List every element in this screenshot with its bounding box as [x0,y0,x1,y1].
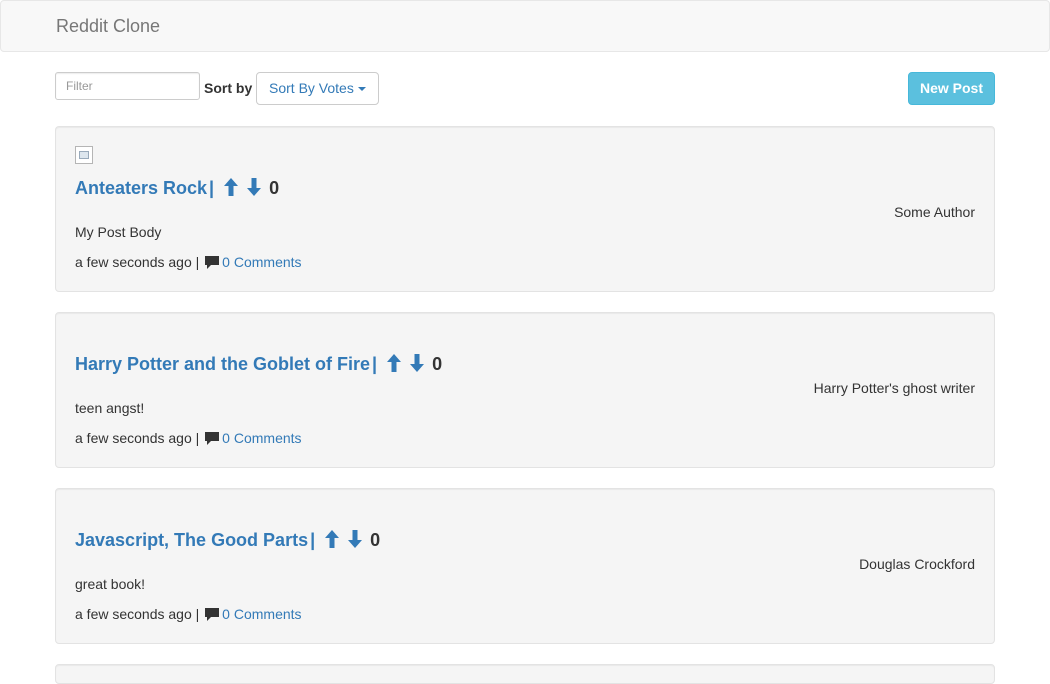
broken-image-icon [75,146,93,164]
sort-label: Sort by [204,80,253,96]
post-body: teen angst! [75,400,145,416]
arrow-up-icon[interactable] [324,530,340,548]
post-title[interactable]: Anteaters Rock [75,178,207,198]
comments-link[interactable]: 0 Comments [222,606,301,622]
new-post-button[interactable]: New Post [908,72,995,105]
post-body: great book! [75,576,146,592]
post-author: Douglas Crockford [859,556,975,572]
post-title[interactable]: Javascript, The Good Parts [75,530,308,550]
vote-count: 0 [432,354,443,374]
comments-link[interactable]: 0 Comments [222,254,301,270]
post-title-row: Anteaters Rock | 0 [75,176,279,200]
comments-link[interactable]: 0 Comments [222,430,301,446]
post-author: Some Author [894,204,975,220]
arrow-up-icon[interactable] [386,354,402,372]
navbar: Reddit Clone [0,0,1050,52]
post-timestamp: a few seconds ago [75,606,192,622]
title-separator: | [372,354,378,374]
post-card: Harry Potter and the Goblet of Fire | 0 H… [55,312,995,468]
post-timestamp: a few seconds ago [75,254,192,270]
arrow-up-icon[interactable] [223,178,239,196]
post-card-partial [55,664,995,684]
title-separator: | [209,178,215,198]
title-separator: | [310,530,316,550]
vote-count: 0 [269,178,280,198]
post-author: Harry Potter's ghost writer [813,380,975,396]
meta-separator: | [195,606,200,622]
post-meta: a few seconds ago | 0 Comments [75,430,302,446]
post-title-row: Javascript, The Good Parts | 0 [75,528,380,552]
post-meta: a few seconds ago | 0 Comments [75,606,302,622]
post-card: Javascript, The Good Parts | 0 Douglas Cr… [55,488,995,644]
post-meta: a few seconds ago | 0 Comments [75,254,302,270]
caret-down-icon [357,87,366,92]
comment-icon [205,256,220,269]
post-body: My Post Body [75,224,162,240]
sort-dropdown[interactable]: Sort By Votes [256,72,379,105]
comment-icon [205,608,220,621]
arrow-down-icon[interactable] [409,354,425,372]
post-card: Anteaters Rock | 0 Some Author My Post Bo… [55,126,995,292]
post-title-row: Harry Potter and the Goblet of Fire | 0 [75,352,442,376]
post-timestamp: a few seconds ago [75,430,192,446]
filter-input[interactable] [55,72,200,100]
arrow-down-icon[interactable] [347,530,363,548]
arrow-down-icon[interactable] [246,178,262,196]
meta-separator: | [195,430,200,446]
comment-icon [205,432,220,445]
navbar-brand[interactable]: Reddit Clone [56,16,160,36]
meta-separator: | [195,254,200,270]
post-title[interactable]: Harry Potter and the Goblet of Fire [75,354,370,374]
sort-selected-value: Sort By Votes [269,80,354,96]
toolbar: Sort by Sort By Votes New Post [55,72,995,105]
vote-count: 0 [370,530,381,550]
